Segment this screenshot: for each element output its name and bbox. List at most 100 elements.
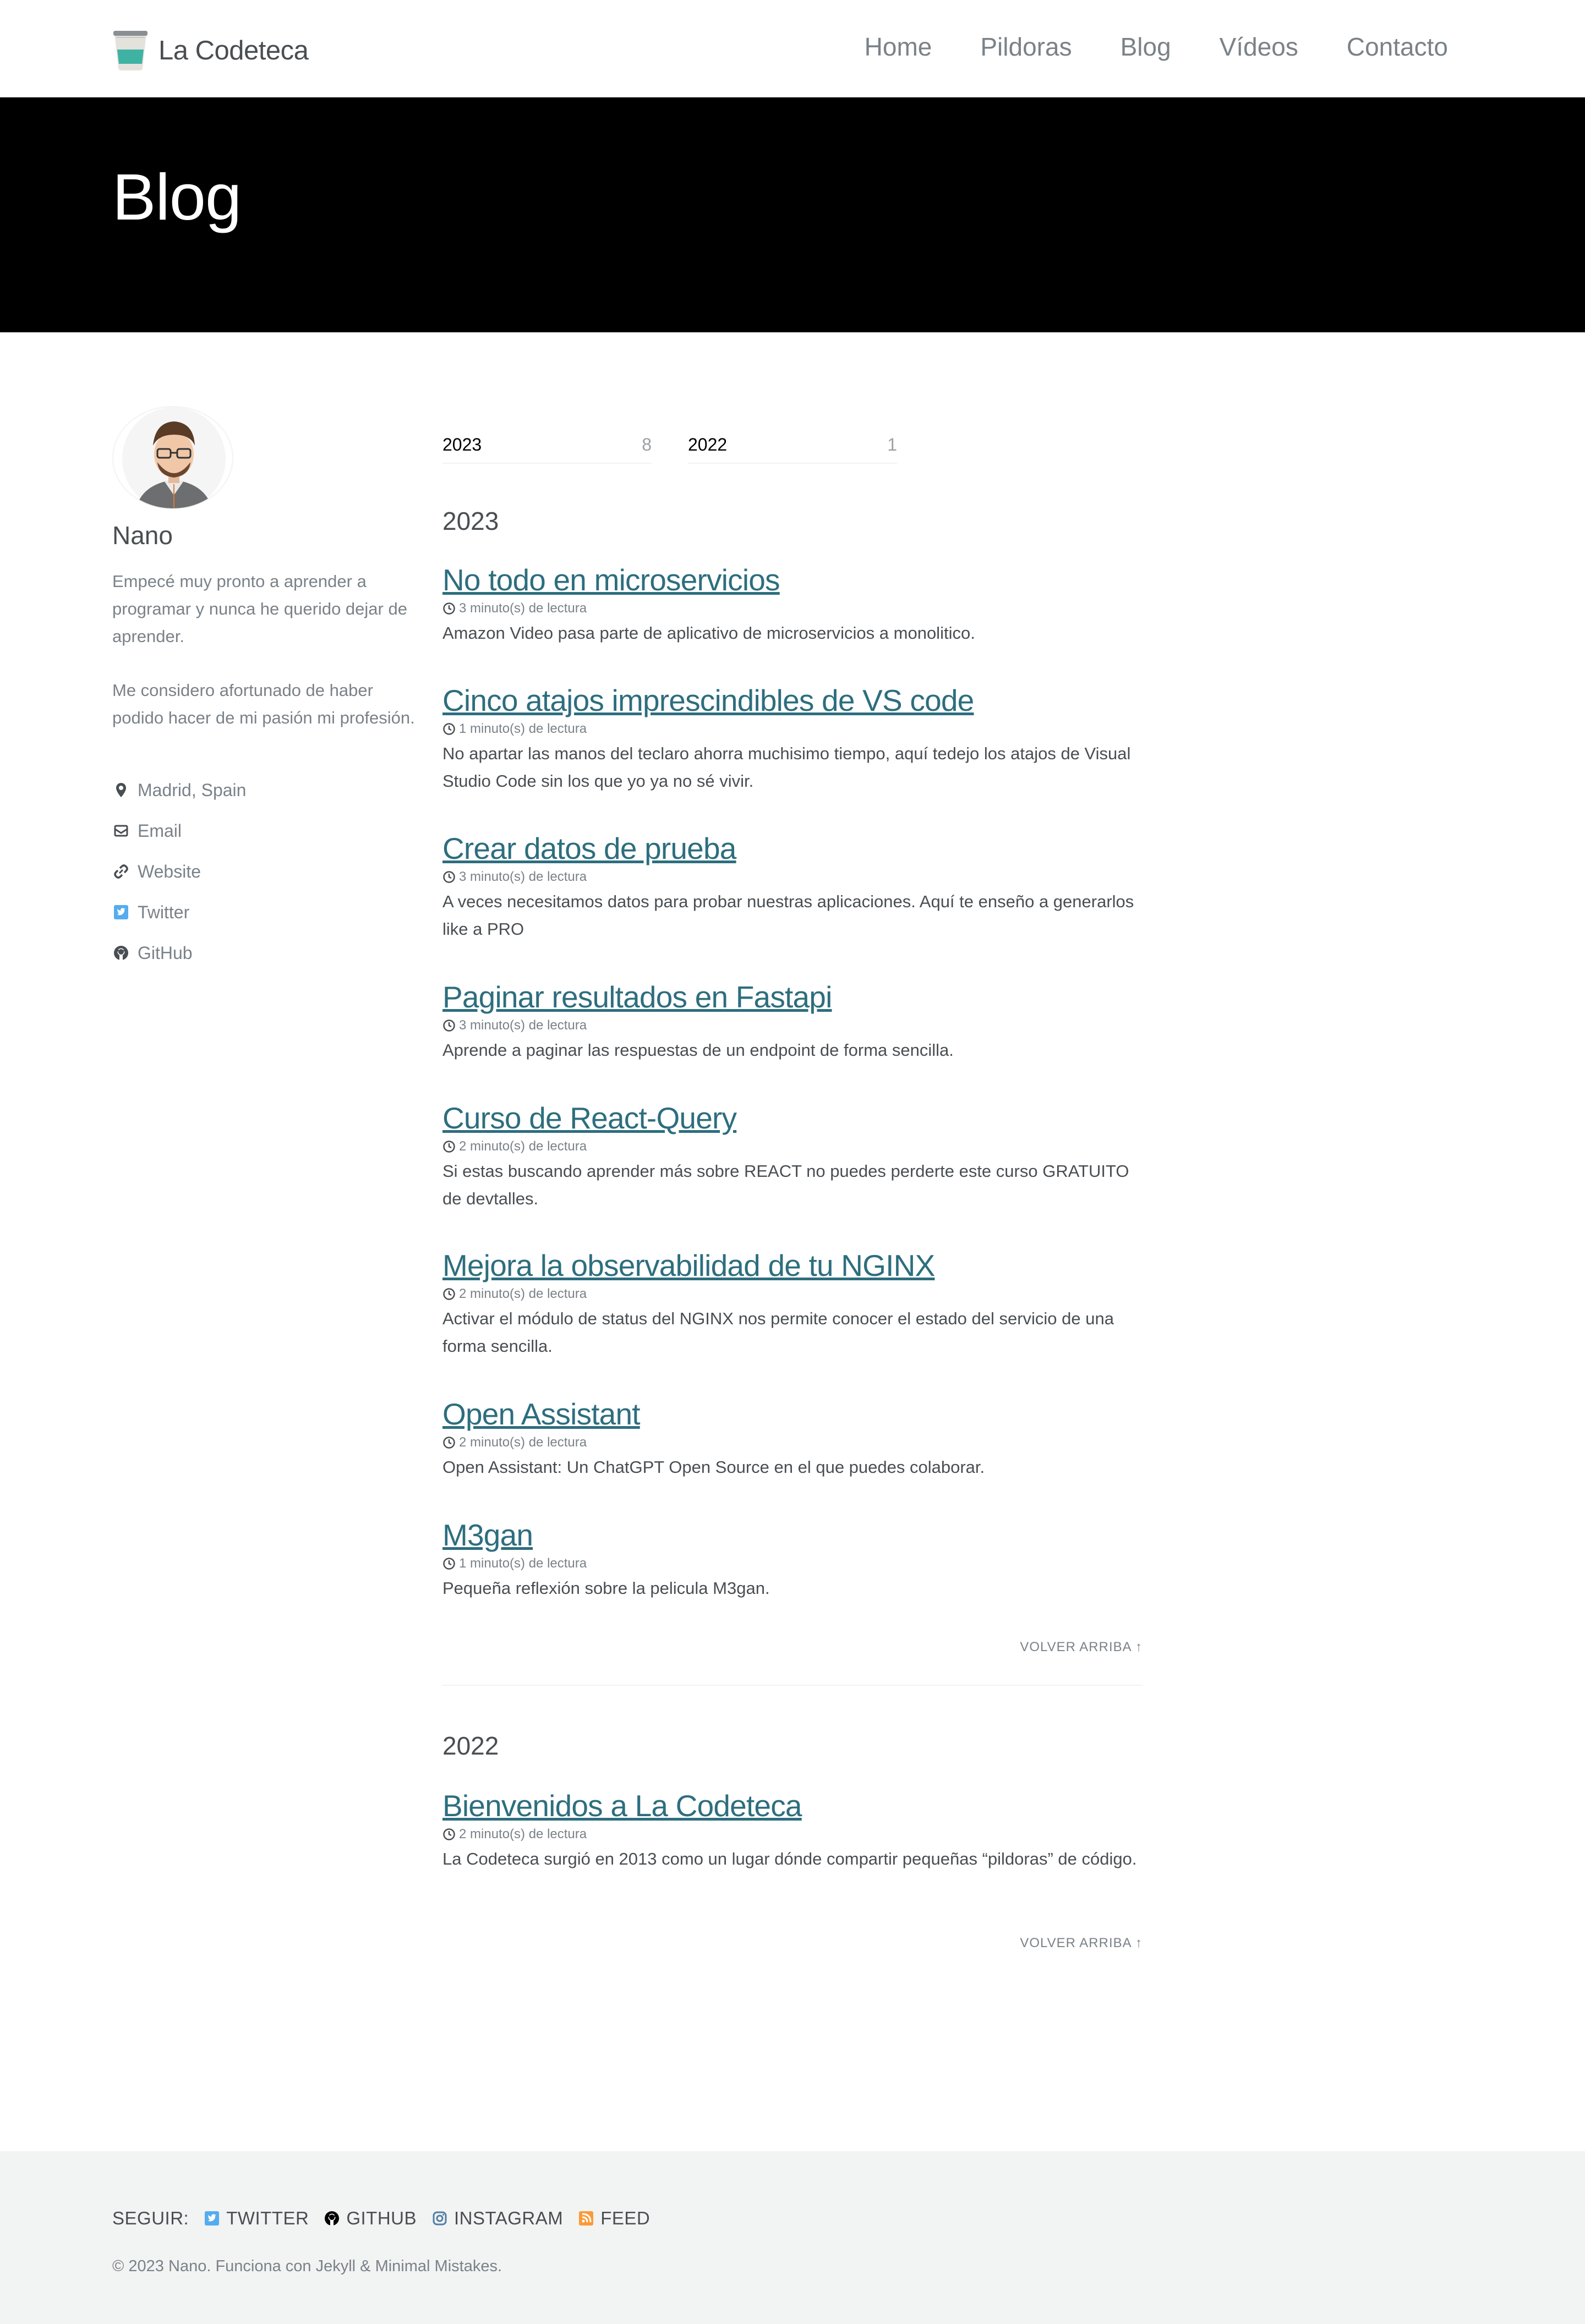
post-title-link[interactable]: Open Assistant xyxy=(442,1396,1143,1432)
post-item: No todo en microservicios 3 minuto(s) de… xyxy=(442,562,1143,647)
main-nav: Home Pildoras Blog Vídeos Contacto xyxy=(865,32,1448,62)
clock-icon xyxy=(443,1288,455,1300)
clock-icon xyxy=(443,1828,455,1840)
post-item: M3gan 1 minuto(s) de lectura Pequeña ref… xyxy=(442,1517,1143,1602)
post-read-time: 2 minuto(s) de lectura xyxy=(442,1285,1143,1303)
post-title-link[interactable]: Curso de React-Query xyxy=(442,1100,1143,1136)
post-item: Open Assistant 2 minuto(s) de lectura Op… xyxy=(442,1396,1143,1481)
post-excerpt: No apartar las manos del teclaro ahorra … xyxy=(442,744,1131,791)
year-taxonomy: 2023 8 2022 1 xyxy=(442,435,897,464)
nav-videos[interactable]: Vídeos xyxy=(1220,32,1298,62)
post-item: Mejora la observabilidad de tu NGINX 2 m… xyxy=(442,1248,1143,1360)
footer-twitter-label: TWITTER xyxy=(226,2208,309,2228)
year-filter-2023[interactable]: 2023 8 xyxy=(442,435,652,464)
twitter-icon xyxy=(205,2211,220,2226)
footer-feed-link[interactable]: FEED xyxy=(577,2208,650,2229)
year-filter-count: 8 xyxy=(642,435,652,454)
clock-icon xyxy=(443,1437,455,1449)
footer-github-label: GITHUB xyxy=(346,2208,417,2228)
post-title-link[interactable]: No todo en microservicios xyxy=(442,562,1143,598)
post-excerpt: La Codeteca surgió en 2013 como un lugar… xyxy=(442,1849,1137,1868)
author-twitter-link[interactable]: Twitter xyxy=(112,902,246,922)
author-bio: Empecé muy pronto a aprender a programar… xyxy=(112,568,429,758)
clock-icon xyxy=(443,1020,455,1032)
post-read-time-label: 1 minuto(s) de lectura xyxy=(459,1556,587,1571)
post-read-time-label: 1 minuto(s) de lectura xyxy=(459,721,587,736)
back-to-top-link[interactable]: VOLVER ARRIBA ↑ xyxy=(1020,1936,1143,1951)
nav-home[interactable]: Home xyxy=(865,32,932,62)
cup-logo-icon xyxy=(113,31,147,70)
post-read-time: 3 minuto(s) de lectura xyxy=(442,1017,1143,1034)
footer-instagram-link[interactable]: INSTAGRAM xyxy=(431,2208,563,2229)
post-title-link[interactable]: Crear datos de prueba xyxy=(442,831,1143,866)
masthead: La Codeteca Home Pildoras Blog Vídeos Co… xyxy=(0,0,1585,97)
nav-blog[interactable]: Blog xyxy=(1121,32,1171,62)
page-footer: SEGUIR: TWITTER GITHUB INSTAGRAM FEED © … xyxy=(0,2151,1585,2324)
follow-label: SEGUIR: xyxy=(112,2208,189,2228)
post-read-time: 2 minuto(s) de lectura xyxy=(442,1138,1143,1155)
author-sidebar: Nano Empecé muy pronto a aprender a prog… xyxy=(112,406,426,963)
section-year-heading: 2023 xyxy=(442,507,499,535)
post-item: Crear datos de prueba 3 minuto(s) de lec… xyxy=(442,831,1143,943)
footer-twitter-link[interactable]: TWITTER xyxy=(203,2208,309,2229)
nav-pildoras[interactable]: Pildoras xyxy=(980,32,1072,62)
post-title-link[interactable]: Bienvenidos a La Codeteca xyxy=(442,1788,1143,1823)
site-title: La Codeteca xyxy=(158,36,309,65)
author-location-label: Madrid, Spain xyxy=(138,780,247,800)
author-bio-paragraph: Empecé muy pronto a aprender a programar… xyxy=(112,572,407,646)
clock-icon xyxy=(443,602,455,615)
post-title-link[interactable]: Cinco atajos imprescindibles de VS code xyxy=(442,683,1143,718)
footer-instagram-label: INSTAGRAM xyxy=(454,2208,564,2228)
post-excerpt: Aprende a paginar las respuestas de un e… xyxy=(442,1040,954,1060)
author-twitter-label: Twitter xyxy=(138,902,190,922)
author-name: Nano xyxy=(112,521,173,550)
twitter-icon xyxy=(114,905,128,919)
author-email-label: Email xyxy=(138,820,182,841)
post-excerpt: Pequeña reflexión sobre la pelicula M3ga… xyxy=(442,1578,770,1598)
site-logo-link[interactable]: La Codeteca xyxy=(112,30,309,72)
nav-contacto[interactable]: Contacto xyxy=(1347,32,1448,62)
post-item: Cinco atajos imprescindibles de VS code … xyxy=(442,683,1143,795)
instagram-icon xyxy=(433,2211,447,2226)
avatar-illustration xyxy=(122,407,226,508)
link-icon xyxy=(114,864,128,879)
post-read-time: 3 minuto(s) de lectura xyxy=(442,600,1143,617)
post-excerpt: Open Assistant: Un ChatGPT Open Source e… xyxy=(442,1457,985,1477)
post-title-link[interactable]: Mejora la observabilidad de tu NGINX xyxy=(442,1248,1143,1283)
post-read-time-label: 3 minuto(s) de lectura xyxy=(459,869,587,884)
page-hero: Blog xyxy=(0,97,1585,332)
post-read-time-label: 3 minuto(s) de lectura xyxy=(459,601,587,616)
year-filter-label: 2022 xyxy=(688,435,728,454)
github-icon xyxy=(114,946,128,960)
post-item: Curso de React-Query 2 minuto(s) de lect… xyxy=(442,1100,1143,1213)
clock-icon xyxy=(443,1141,455,1153)
clock-icon xyxy=(443,1558,455,1570)
author-website-link[interactable]: Website xyxy=(112,862,246,881)
author-website-label: Website xyxy=(138,861,201,881)
post-read-time: 2 minuto(s) de lectura xyxy=(442,1434,1143,1451)
post-excerpt: A veces necesitamos datos para probar nu… xyxy=(442,892,1134,939)
post-title-link[interactable]: Paginar resultados en Fastapi xyxy=(442,979,1143,1015)
year-filter-2022[interactable]: 2022 1 xyxy=(688,435,897,464)
post-excerpt: Si estas buscando aprender más sobre REA… xyxy=(442,1161,1129,1208)
post-item: Paginar resultados en Fastapi 3 minuto(s… xyxy=(442,979,1143,1064)
year-filter-count: 1 xyxy=(887,435,897,454)
post-excerpt: Amazon Video pasa parte de aplicativo de… xyxy=(442,623,975,643)
back-to-top-link[interactable]: VOLVER ARRIBA ↑ xyxy=(1020,1640,1143,1655)
copyright-text: © 2023 Nano. Funciona con Jekyll & Minim… xyxy=(112,2257,502,2275)
page-title: Blog xyxy=(112,161,242,234)
post-read-time-label: 2 minuto(s) de lectura xyxy=(459,1139,587,1154)
envelope-icon xyxy=(114,825,128,837)
post-read-time-label: 2 minuto(s) de lectura xyxy=(459,1286,587,1301)
author-location: Madrid, Spain xyxy=(112,780,246,800)
author-github-link[interactable]: GitHub xyxy=(112,943,246,963)
author-email-link[interactable]: Email xyxy=(112,821,246,841)
map-marker-icon xyxy=(116,783,126,797)
post-excerpt: Activar el módulo de status del NGINX no… xyxy=(442,1309,1114,1356)
footer-feed-label: FEED xyxy=(600,2208,651,2228)
footer-github-link[interactable]: GITHUB xyxy=(323,2208,417,2229)
post-title-link[interactable]: M3gan xyxy=(442,1517,1143,1553)
author-github-label: GitHub xyxy=(138,942,193,963)
footer-follow: SEGUIR: TWITTER GITHUB INSTAGRAM FEED xyxy=(112,2208,650,2229)
author-links: Madrid, Spain Email Website Twitter GitH… xyxy=(112,780,246,984)
